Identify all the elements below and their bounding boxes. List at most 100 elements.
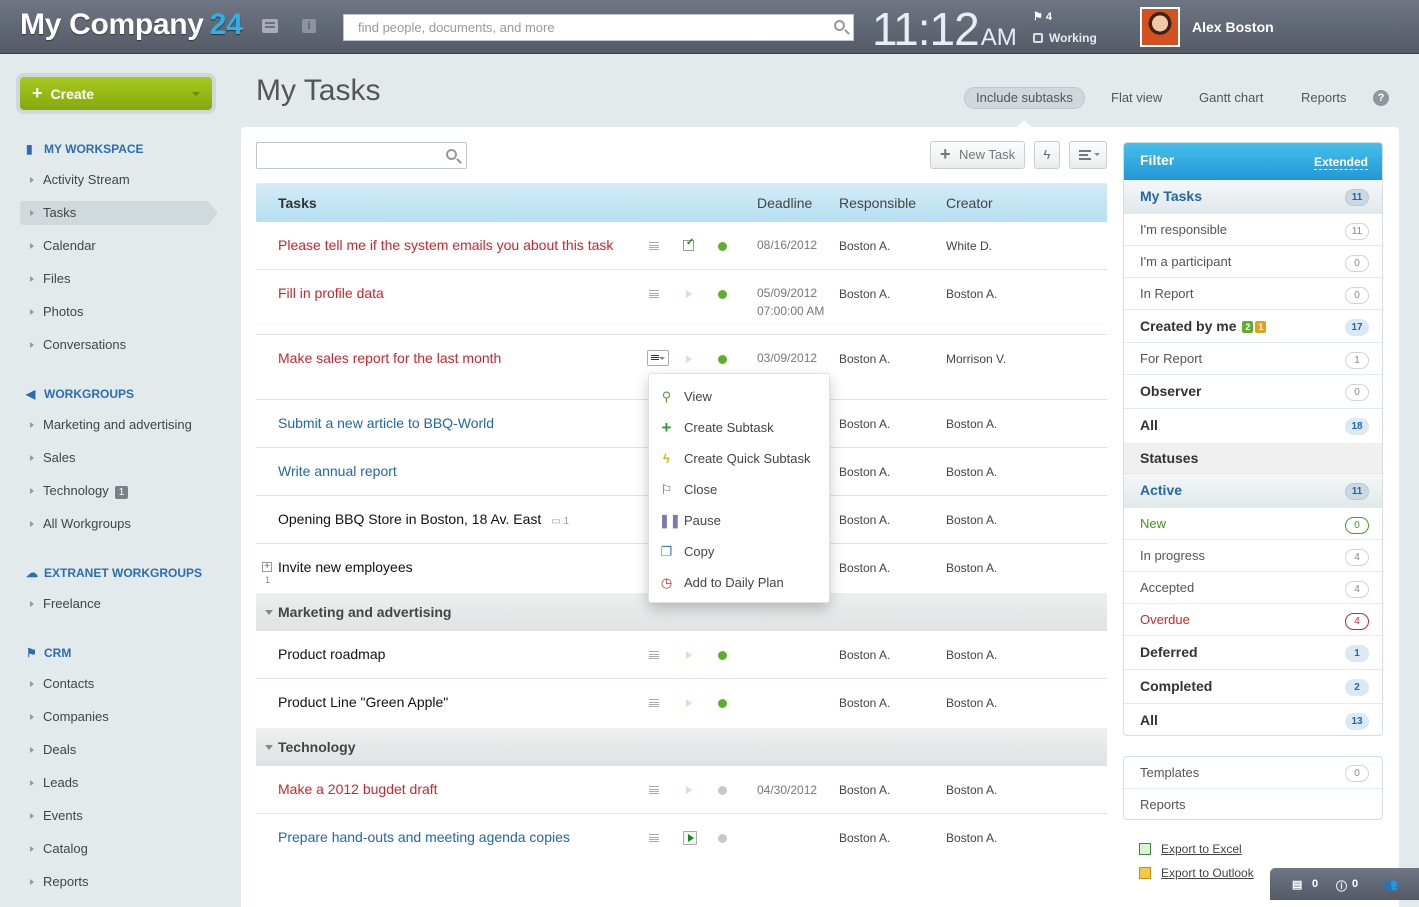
work-status[interactable]: Working	[1033, 31, 1097, 45]
menu-item-pause[interactable]: ❚❚ Pause	[649, 509, 829, 533]
filter-im-participant[interactable]: I'm a participant 0	[1124, 246, 1382, 278]
sidebar-item-sales[interactable]: Sales	[20, 446, 210, 470]
sidebar-item-all-workgroups[interactable]: All Workgroups	[20, 512, 210, 536]
filter-status-accepted[interactable]: Accepted 4	[1124, 572, 1382, 604]
sidebar-item-marketing[interactable]: Marketing and advertising	[20, 413, 210, 437]
responsible[interactable]: Boston A.	[839, 239, 890, 253]
play-icon[interactable]	[686, 651, 692, 659]
check-icon[interactable]	[683, 237, 694, 251]
export-excel-link[interactable]: Export to Excel	[1139, 842, 1242, 856]
filter-im-responsible[interactable]: I'm responsible 11	[1124, 214, 1382, 246]
creator[interactable]: Boston A.	[946, 465, 997, 479]
column-creator[interactable]: Creator	[946, 195, 993, 211]
sidebar-item-deals[interactable]: Deals	[20, 738, 210, 762]
sidebar-item-technology[interactable]: Technology 1	[20, 479, 210, 503]
filter-status-all[interactable]: All 13	[1124, 704, 1382, 735]
creator[interactable]: Boston A.	[946, 513, 997, 527]
creator[interactable]: Morrison V.	[946, 352, 1006, 366]
task-name-link[interactable]: Product roadmap	[278, 646, 385, 662]
filter-created-by-me[interactable]: Created by me 2 1 17	[1124, 310, 1382, 343]
task-name-link[interactable]: Write annual report	[278, 463, 397, 479]
menu-icon[interactable]	[649, 651, 659, 659]
menu-item-view[interactable]: ⚲ View	[649, 385, 829, 409]
quick-task-button[interactable]: ϟ	[1034, 141, 1060, 169]
tab-flat-view[interactable]: Flat view	[1111, 90, 1162, 105]
sidebar-item-companies[interactable]: Companies	[20, 705, 210, 729]
task-name-link[interactable]: Make a 2012 bugdet draft	[278, 781, 438, 797]
sidebar-item-freelance[interactable]: Freelance	[20, 592, 210, 616]
table-row[interactable]: Fill in profile data 05/09/2012 07:00:00 …	[256, 270, 1107, 335]
play-icon[interactable]	[686, 355, 692, 363]
play-icon[interactable]	[686, 699, 692, 707]
search-icon[interactable]	[834, 20, 845, 31]
tab-reports[interactable]: Reports	[1301, 90, 1347, 105]
task-search-input[interactable]	[256, 142, 467, 169]
play-icon[interactable]	[686, 290, 692, 298]
search-icon[interactable]	[446, 149, 457, 160]
responsible[interactable]: Boston A.	[839, 417, 890, 431]
avatar[interactable]	[1140, 7, 1180, 47]
create-button[interactable]: + Create	[20, 77, 212, 110]
responsible[interactable]: Boston A.	[839, 352, 890, 366]
sidebar-item-photos[interactable]: Photos	[20, 300, 210, 324]
task-name-link[interactable]: Product Line "Green Apple"	[278, 694, 448, 710]
column-tasks[interactable]: Tasks	[278, 195, 317, 211]
table-row[interactable]: Product roadmap Boston A. Boston A.	[256, 631, 1107, 679]
responsible[interactable]: Boston A.	[839, 561, 890, 575]
extended-filter-link[interactable]: Extended	[1313, 155, 1368, 170]
creator[interactable]: White D.	[946, 239, 992, 253]
filter-status-deferred[interactable]: Deferred 1	[1124, 636, 1382, 670]
menu-icon[interactable]	[649, 290, 659, 298]
menu-icon[interactable]	[647, 350, 669, 366]
tab-gantt-chart[interactable]: Gantt chart	[1199, 90, 1263, 105]
view-options-button[interactable]	[1069, 141, 1107, 169]
creator[interactable]: Boston A.	[946, 696, 997, 710]
menu-item-close[interactable]: ⚐ Close	[649, 478, 829, 502]
flag-counter[interactable]: ⚑ 4	[1033, 10, 1052, 23]
sidebar-item-activity-stream[interactable]: Activity Stream	[20, 168, 210, 192]
sidebar-item-conversations[interactable]: Conversations	[20, 333, 210, 357]
menu-item-create-quick-subtask[interactable]: ϟ Create Quick Subtask	[649, 447, 829, 471]
messenger-bar[interactable]: ▤ 0 ⓘ 0 👥	[1270, 868, 1419, 900]
chat-icon[interactable]: ▤	[1292, 878, 1302, 891]
filter-observer[interactable]: Observer 0	[1124, 375, 1382, 409]
help-icon[interactable]: ?	[1373, 90, 1389, 106]
sidebar-item-contacts[interactable]: Contacts	[20, 672, 210, 696]
company-logo[interactable]: My Company 24	[20, 8, 243, 42]
notification-icon[interactable]: ⓘ	[1336, 878, 1347, 894]
section-my-workspace[interactable]: ▮ MY WORKSPACE	[26, 142, 144, 156]
user-name[interactable]: Alex Boston	[1192, 19, 1274, 35]
section-crm[interactable]: ⚑ CRM	[26, 646, 71, 660]
sidebar-item-catalog[interactable]: Catalog	[20, 837, 210, 861]
tab-include-subtasks[interactable]: Include subtasks	[964, 87, 1085, 109]
sidebar-item-events[interactable]: Events	[20, 804, 210, 828]
responsible[interactable]: Boston A.	[839, 513, 890, 527]
task-name-link[interactable]: Invite new employees	[278, 559, 413, 575]
filter-my-tasks[interactable]: My Tasks 11	[1124, 180, 1382, 214]
table-row[interactable]: Product Line "Green Apple" Boston A. Bos…	[256, 679, 1107, 727]
responsible[interactable]: Boston A.	[839, 648, 890, 662]
table-row[interactable]: Make a 2012 bugdet draft 04/30/2012 Bost…	[256, 766, 1107, 814]
sidebar-item-tasks[interactable]: Tasks	[20, 201, 218, 225]
filter-status-overdue[interactable]: Overdue 4	[1124, 604, 1382, 636]
menu-item-add-daily-plan[interactable]: ◷ Add to Daily Plan	[649, 571, 829, 595]
menu-item-create-subtask[interactable]: + Create Subtask	[649, 416, 829, 440]
creator[interactable]: Boston A.	[946, 287, 997, 301]
task-name-link[interactable]: Prepare hand-outs and meeting agenda cop…	[278, 829, 570, 845]
filter-status-in-progress[interactable]: In progress 4	[1124, 540, 1382, 572]
filter-status-new[interactable]: New 0	[1124, 508, 1382, 540]
filter-all[interactable]: All 18	[1124, 409, 1382, 443]
responsible[interactable]: Boston A.	[839, 465, 890, 479]
creator[interactable]: Boston A.	[946, 783, 997, 797]
responsible[interactable]: Boston A.	[839, 287, 890, 301]
creator[interactable]: Boston A.	[946, 417, 997, 431]
comment-count[interactable]: ▭ 1	[551, 516, 569, 527]
task-name-link[interactable]: Make sales report for the last month	[278, 350, 501, 366]
new-task-button[interactable]: New Task	[930, 141, 1025, 169]
export-outlook-link[interactable]: Export to Outlook	[1139, 866, 1254, 880]
responsible[interactable]: Boston A.	[839, 696, 890, 710]
sidebar-item-leads[interactable]: Leads	[20, 771, 210, 795]
menu-icon[interactable]	[649, 786, 659, 794]
contacts-icon[interactable]: 👥	[1384, 878, 1398, 891]
messages-icon[interactable]	[262, 19, 278, 33]
